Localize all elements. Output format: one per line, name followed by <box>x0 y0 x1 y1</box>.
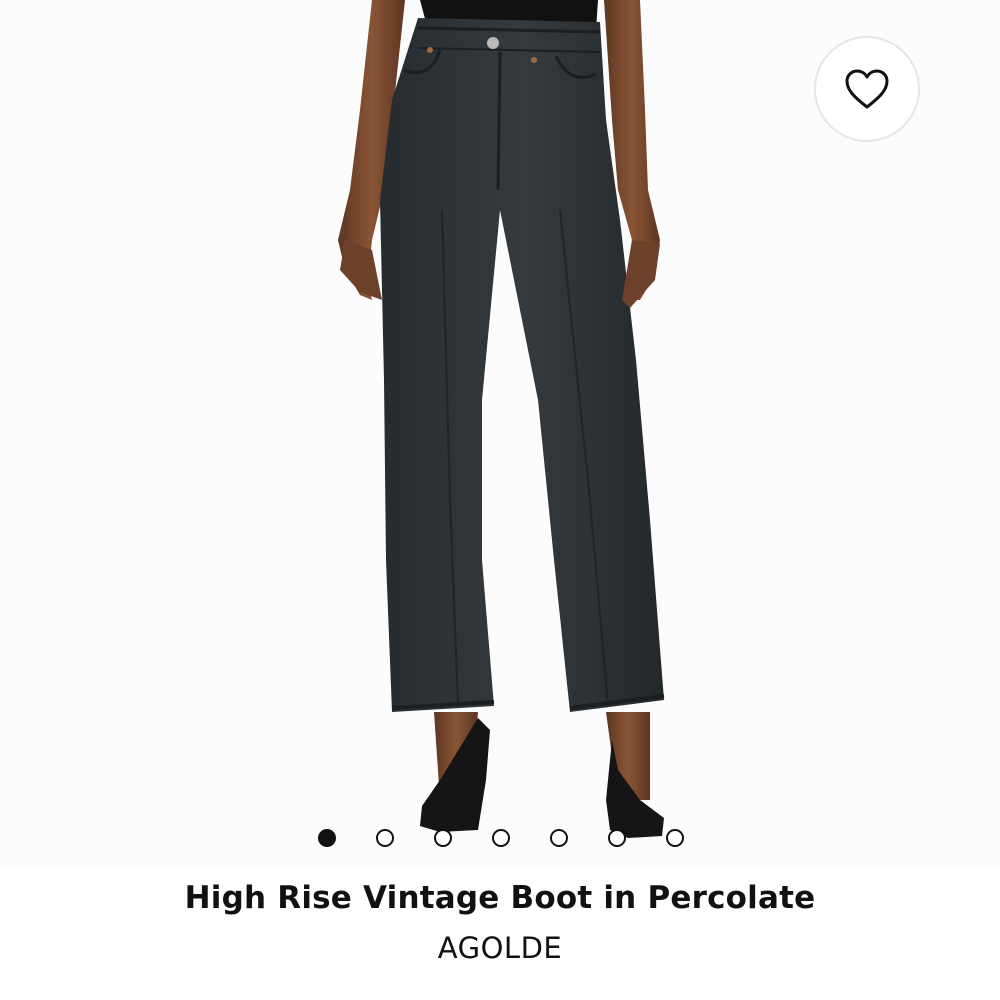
wishlist-button[interactable] <box>814 36 920 142</box>
image-carousel-dots <box>0 826 1000 850</box>
heart-outline-icon <box>845 69 889 109</box>
product-title: High Rise Vintage Boot in Percolate <box>184 880 816 916</box>
product-detail-screen: High Rise Vintage Boot in Percolate AGOL… <box>0 0 1000 1000</box>
carousel-dot-7[interactable] <box>666 829 684 847</box>
carousel-dot-5[interactable] <box>550 829 568 847</box>
carousel-dot-1[interactable] <box>318 829 336 847</box>
carousel-dot-2[interactable] <box>376 829 394 847</box>
product-brand[interactable]: AGOLDE <box>0 931 1000 965</box>
carousel-dot-4[interactable] <box>492 829 510 847</box>
carousel-dot-3[interactable] <box>434 829 452 847</box>
carousel-dot-6[interactable] <box>608 829 626 847</box>
